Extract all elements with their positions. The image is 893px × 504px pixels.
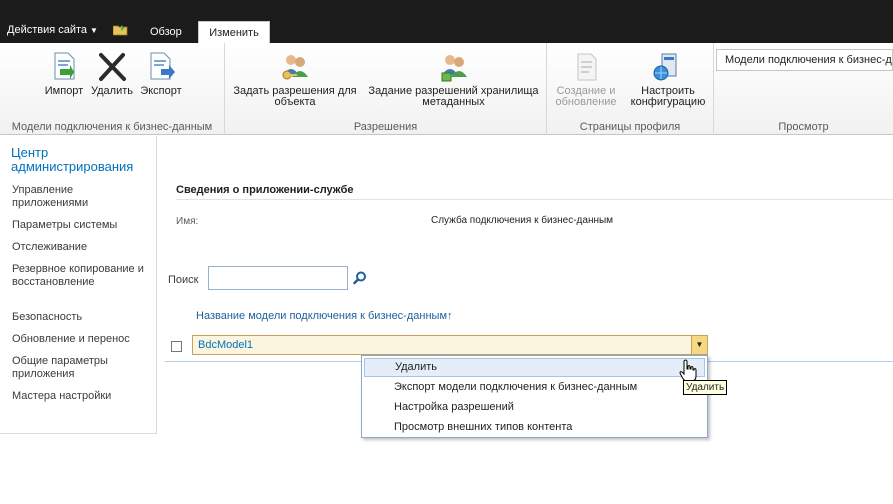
tab-edit[interactable]: Изменить bbox=[198, 21, 270, 43]
ribbon-group-label: Страницы профиля bbox=[579, 121, 681, 133]
set-metadata-permissions-label-2: метаданных bbox=[422, 96, 485, 108]
nav-item-upgrade-migration[interactable]: Обновление и перенос bbox=[12, 333, 152, 346]
nav-item-configuration-wizards[interactable]: Мастера настройки bbox=[12, 390, 152, 403]
ribbon-group-label: Разрешения bbox=[353, 121, 418, 133]
set-metadata-permissions-button[interactable]: Задание разрешений хранилища метаданных bbox=[362, 51, 545, 108]
export-icon bbox=[150, 52, 175, 80]
context-menu: Удалить Экспорт модели подключения к биз… bbox=[361, 355, 708, 438]
delete-label: Удалить bbox=[91, 85, 133, 97]
export-button[interactable]: Экспорт bbox=[138, 51, 184, 97]
row-checkbox[interactable] bbox=[171, 341, 182, 352]
import-button[interactable]: Импорт bbox=[42, 51, 86, 97]
navigate-up-folder-icon[interactable] bbox=[113, 24, 128, 36]
ribbon-group-label: Модели подключения к бизнес-данным bbox=[11, 121, 213, 133]
ribbon-group-profile-pages: Создание и обновление Настроить конфигур… bbox=[547, 43, 714, 135]
search-label: Поиск bbox=[168, 274, 199, 286]
column-header-model-name[interactable]: Название модели подключения к бизнес-дан… bbox=[196, 310, 453, 322]
metadata-permissions-icon bbox=[441, 55, 467, 82]
name-value: Служба подключения к бизнес-данным bbox=[431, 215, 614, 226]
set-object-permissions-label-2: объекта bbox=[274, 96, 316, 108]
nav-item-general-app-settings[interactable]: Общие параметры приложения bbox=[12, 355, 152, 381]
site-actions-menu[interactable]: Действия сайта ▼ bbox=[7, 24, 98, 36]
tooltip: Удалить bbox=[683, 380, 728, 395]
delete-button[interactable]: Удалить bbox=[89, 51, 135, 97]
nav-item-backup-restore[interactable]: Резервное копирование и восстановление bbox=[12, 263, 152, 289]
menu-item-view-external-types[interactable]: Просмотр внешних типов контента bbox=[364, 418, 705, 437]
ribbon-group-bdc-models: Импорт Удалить Экспорт Модели подключени… bbox=[0, 43, 225, 135]
nav-title-central-admin[interactable]: Центр администрирования bbox=[11, 146, 151, 174]
section-title: Сведения о приложении-службе bbox=[176, 184, 354, 196]
export-label: Экспорт bbox=[140, 85, 182, 97]
set-object-permissions-button[interactable]: Задать разрешения для объекта bbox=[230, 51, 360, 108]
search-icon[interactable] bbox=[353, 271, 367, 285]
nav-item-security[interactable]: Безопасность bbox=[12, 311, 152, 324]
chevron-down-icon: ▼ bbox=[695, 340, 704, 349]
nav-item-monitoring[interactable]: Отслеживание bbox=[12, 241, 152, 254]
ribbon: Импорт Удалить Экспорт Модели подключени… bbox=[0, 43, 893, 135]
name-label: Имя: bbox=[176, 216, 199, 227]
menu-item-delete[interactable]: Удалить bbox=[364, 358, 705, 377]
delete-icon bbox=[99, 53, 126, 81]
configure-icon bbox=[653, 53, 677, 81]
profile-page-icon bbox=[577, 53, 597, 81]
nav-item-system-settings[interactable]: Параметры системы bbox=[12, 219, 152, 232]
top-bar: Действия сайта ▼ Обзор Изменить bbox=[0, 0, 893, 43]
tab-overview[interactable]: Обзор bbox=[140, 21, 192, 43]
model-name-link[interactable]: BdcModel1 bbox=[198, 339, 253, 351]
left-navigation: Центр администрирования Управление прило… bbox=[0, 136, 157, 434]
chevron-down-icon: ▼ bbox=[90, 26, 98, 35]
section-divider bbox=[176, 199, 893, 200]
object-permissions-icon bbox=[282, 55, 308, 80]
view-select[interactable]: Модели подключения к бизнес-данным bbox=[716, 49, 893, 71]
row-menu-dropdown[interactable]: ▼ bbox=[691, 336, 707, 354]
configure-button[interactable]: Настроить конфигурацию bbox=[625, 51, 711, 108]
site-actions-label: Действия сайта bbox=[7, 24, 88, 36]
nav-item-application-management[interactable]: Управление приложениями bbox=[12, 184, 152, 210]
import-icon bbox=[54, 52, 75, 80]
create-update-label-2: обновление bbox=[555, 96, 617, 108]
menu-item-export-model[interactable]: Экспорт модели подключения к бизнес-данн… bbox=[364, 378, 705, 397]
ribbon-group-label: Просмотр bbox=[778, 121, 829, 133]
create-update-profile-button[interactable]: Создание и обновление bbox=[551, 51, 621, 108]
configure-label-2: конфигурацию bbox=[630, 96, 706, 108]
import-label: Импорт bbox=[44, 85, 84, 97]
menu-item-set-permissions[interactable]: Настройка разрешений bbox=[364, 398, 705, 417]
table-row[interactable]: BdcModel1 ▼ bbox=[192, 335, 708, 355]
search-input[interactable] bbox=[208, 266, 348, 290]
ribbon-group-permissions: Задать разрешения для объекта Задание ра… bbox=[225, 43, 547, 135]
